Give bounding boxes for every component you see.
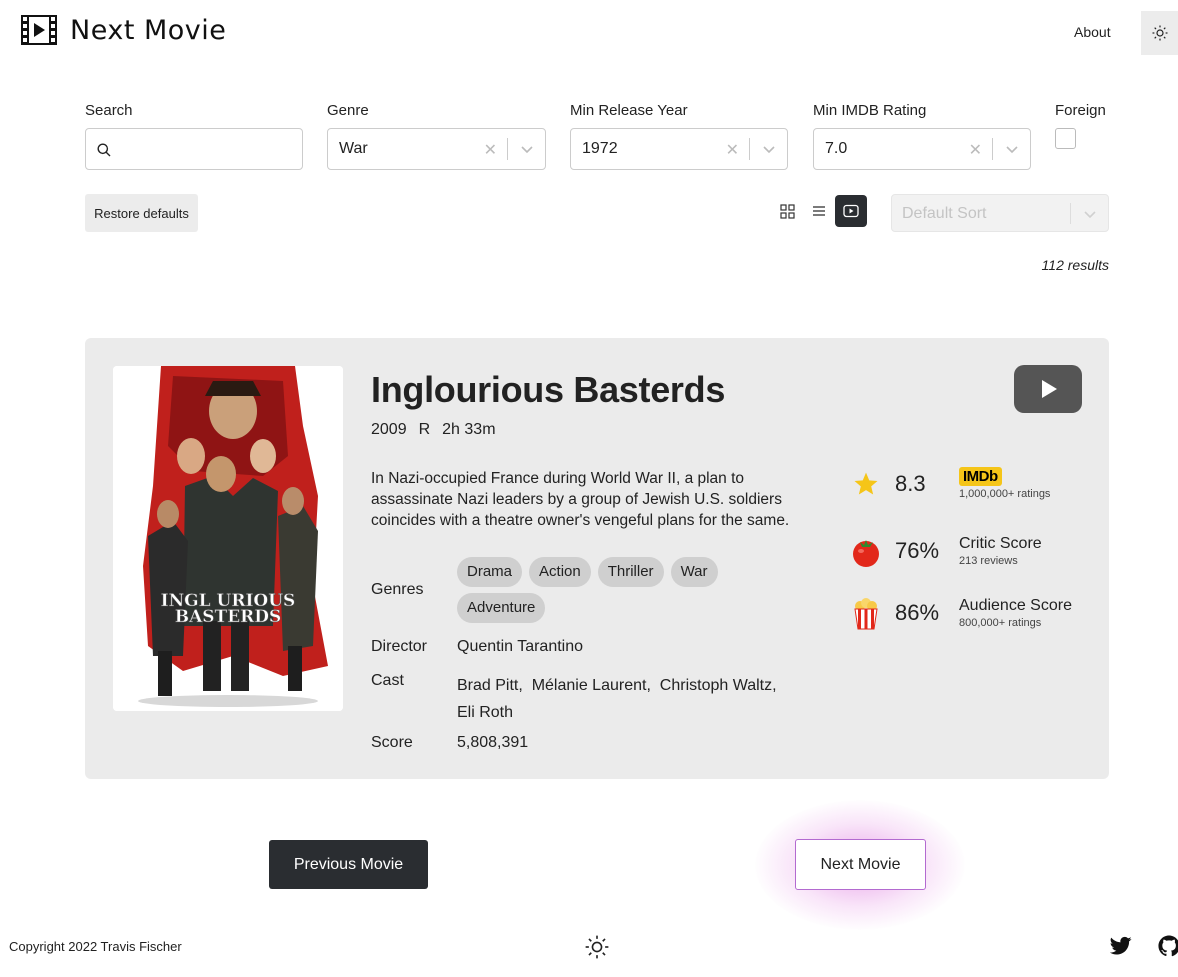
audience-count: 800,000+ ratings xyxy=(959,617,1042,629)
clear-year-icon[interactable]: ✕ xyxy=(726,140,739,160)
chevron-down-icon[interactable] xyxy=(1083,207,1097,221)
poster-title-line2: BASTERDS xyxy=(175,607,282,627)
copyright: Copyright 2022 Travis Fischer xyxy=(9,939,182,954)
divider xyxy=(1070,203,1071,224)
min-release-year-select[interactable]: 1972 ✕ xyxy=(570,128,788,170)
genre-chip[interactable]: Thriller xyxy=(597,557,664,587)
github-icon[interactable] xyxy=(1158,935,1178,957)
cast-list: Brad Pitt, Mélanie Laurent, Christoph Wa… xyxy=(457,672,817,726)
chevron-down-icon[interactable] xyxy=(520,142,534,156)
film-icon xyxy=(21,15,57,45)
critic-count: 213 reviews xyxy=(959,555,1018,567)
imdb-count: 1,000,000+ ratings xyxy=(959,488,1051,500)
movie-plot: In Nazi-occupied France during World War… xyxy=(371,470,790,529)
video-icon xyxy=(843,204,859,218)
imdb-value: 8.3 xyxy=(895,471,926,496)
star-icon xyxy=(854,472,878,495)
list-view-button[interactable] xyxy=(803,195,835,227)
cast-member: Mélanie Laurent, xyxy=(531,677,651,694)
movie-meta: 2009 R 2h 33m xyxy=(371,421,496,439)
genres-label: Genres xyxy=(371,581,424,598)
sort-select[interactable]: Default Sort xyxy=(891,194,1109,232)
genre-chip[interactable]: Adventure xyxy=(457,593,546,623)
chevron-down-icon[interactable] xyxy=(1005,142,1019,156)
divider xyxy=(992,138,993,160)
genre-list: Drama Action Thriller War Adventure xyxy=(457,557,757,623)
genre-chip[interactable]: Drama xyxy=(457,557,523,587)
cast-label: Cast xyxy=(371,672,404,689)
app-title: Next Movie xyxy=(70,14,227,46)
audience-value: 86% xyxy=(895,600,940,625)
play-trailer-button[interactable] xyxy=(1014,365,1082,413)
clear-genre-icon[interactable]: ✕ xyxy=(484,140,497,160)
restore-defaults-button[interactable]: Restore defaults xyxy=(85,194,198,232)
mpaa-rating: R xyxy=(418,421,431,438)
genre-chip[interactable]: Action xyxy=(529,557,591,587)
next-movie-button[interactable]: Next Movie xyxy=(795,839,926,890)
genre-select[interactable]: War ✕ xyxy=(327,128,546,170)
search-icon xyxy=(97,143,111,157)
sun-icon xyxy=(1152,25,1167,41)
min-imdb-rating-value: 7.0 xyxy=(825,140,848,157)
movie-card: INGL URIOUS BASTERDS Inglourious Basterd… xyxy=(85,338,1109,779)
popcorn-icon xyxy=(854,598,878,630)
sort-placeholder: Default Sort xyxy=(902,205,987,222)
score-label: Score xyxy=(371,734,413,751)
director-label: Director xyxy=(371,638,428,655)
divider xyxy=(507,138,508,160)
score-value: 5,808,391 xyxy=(457,734,529,751)
movie-title: Inglourious Basterds xyxy=(371,369,726,410)
release-year: 2009 xyxy=(371,421,407,438)
genre-chip[interactable]: War xyxy=(670,557,718,587)
clear-rating-icon[interactable]: ✕ xyxy=(969,140,982,160)
grid-icon xyxy=(779,203,795,219)
search-input[interactable] xyxy=(85,128,303,170)
sun-icon[interactable] xyxy=(584,934,610,960)
critic-rating: 76% Critic Score 213 reviews xyxy=(849,535,1042,569)
header: Next Movie About xyxy=(0,0,1178,66)
about-link[interactable]: About xyxy=(1074,24,1111,40)
results-count: 112 results xyxy=(1041,257,1109,273)
min-imdb-rating-label: Min IMDB Rating xyxy=(813,102,927,119)
movie-poster[interactable]: INGL URIOUS BASTERDS xyxy=(113,366,343,711)
min-release-year-label: Min Release Year xyxy=(570,102,688,119)
search-label: Search xyxy=(85,102,133,119)
divider xyxy=(749,138,750,160)
chevron-down-icon[interactable] xyxy=(762,142,776,156)
genre-value: War xyxy=(339,140,368,157)
min-release-year-value: 1972 xyxy=(582,140,618,157)
play-icon xyxy=(1042,380,1057,398)
foreign-checkbox[interactable] xyxy=(1055,128,1076,149)
grid-view-button[interactable] xyxy=(771,195,803,227)
poster-image: INGL URIOUS BASTERDS xyxy=(113,366,343,711)
foreign-label: Foreign xyxy=(1055,102,1106,119)
imdb-logo[interactable]: IMDb xyxy=(959,467,1002,486)
logo[interactable]: Next Movie xyxy=(20,14,226,46)
tomato-icon xyxy=(853,540,879,567)
runtime: 2h 33m xyxy=(442,421,496,438)
director-value: Quentin Tarantino xyxy=(457,638,584,655)
cast-member: Christoph Waltz, xyxy=(659,677,777,694)
twitter-icon[interactable] xyxy=(1110,936,1132,956)
audience-score-label[interactable]: Audience Score xyxy=(959,597,1099,615)
imdb-rating: 8.3 IMDb 1,000,000+ ratings xyxy=(849,467,1050,501)
min-imdb-rating-select[interactable]: 7.0 ✕ xyxy=(813,128,1031,170)
critic-score-label[interactable]: Critic Score xyxy=(959,535,1099,553)
cast-member: Brad Pitt, xyxy=(457,677,523,694)
cast-member: Eli Roth xyxy=(457,704,514,721)
theme-toggle-button[interactable] xyxy=(1141,11,1178,55)
audience-rating: 86% Audience Score 800,000+ ratings xyxy=(849,597,1072,631)
single-view-button[interactable] xyxy=(835,195,867,227)
list-icon xyxy=(813,206,825,216)
critic-value: 76% xyxy=(895,538,940,563)
genre-label: Genre xyxy=(327,102,369,119)
previous-movie-button[interactable]: Previous Movie xyxy=(269,840,428,889)
